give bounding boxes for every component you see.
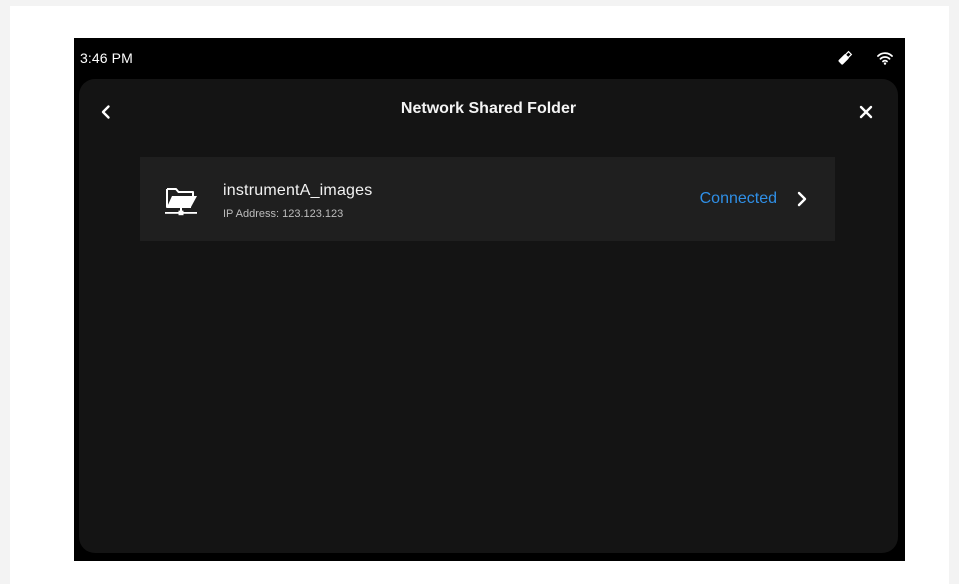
connection-status: Connected xyxy=(699,190,777,207)
folder-ip-address: IP Address: 123.123.123 xyxy=(223,208,344,220)
usb-drive-icon xyxy=(838,50,853,65)
status-bar: 3:46 PM xyxy=(74,38,905,78)
chevron-right-icon xyxy=(797,191,807,207)
page-title: Network Shared Folder xyxy=(400,100,577,117)
header-bar: Network Shared Folder xyxy=(79,79,898,143)
network-folder-icon xyxy=(165,188,197,216)
close-button[interactable] xyxy=(853,99,879,125)
network-folder-sheet: Network Shared Folder instrumentA_images xyxy=(79,79,898,553)
status-time: 3:46 PM xyxy=(80,50,133,66)
wifi-icon xyxy=(877,52,893,65)
device-screen: 3:46 PM Network Shared Folder instrument… xyxy=(74,38,905,561)
folder-list-item[interactable]: instrumentA_images IP Address: 123.123.1… xyxy=(140,157,835,241)
close-icon xyxy=(859,105,873,119)
folder-list: instrumentA_images IP Address: 123.123.1… xyxy=(140,157,835,241)
folder-name: instrumentA_images xyxy=(223,182,373,199)
